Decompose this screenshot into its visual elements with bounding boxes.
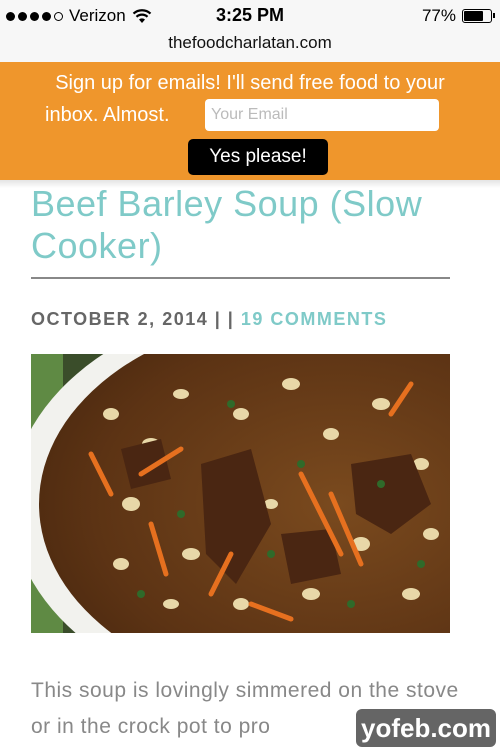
battery-info: 77% [421, 6, 495, 26]
battery-icon [462, 9, 495, 23]
address-bar[interactable]: thefoodcharlatan.com [0, 30, 500, 63]
url-text: thefoodcharlatan.com [168, 33, 332, 52]
email-input[interactable] [205, 99, 439, 131]
status-bar: Verizon 3:25 PM 77% [0, 0, 500, 32]
post-date: OCTOBER 2, 2014 [31, 309, 209, 329]
signup-message-line1: Sign up for emails! I'll send free food … [55, 72, 445, 94]
yes-please-button[interactable]: Yes please! [188, 139, 328, 175]
email-signup-banner: Sign up for emails! I'll send free food … [0, 62, 500, 180]
signup-message-line2: inbox. Almost. [45, 104, 170, 126]
title-divider [31, 277, 450, 279]
post-title: Beef Barley Soup (Slow Cooker) [31, 183, 423, 266]
comments-link[interactable]: 19 COMMENTS [241, 309, 388, 329]
meta-separator: | | [214, 309, 235, 329]
battery-percentage: 77% [421, 6, 456, 25]
watermark: yofeb.com [356, 709, 496, 747]
post-meta: OCTOBER 2, 2014 | | 19 COMMENTS [31, 309, 387, 330]
soup-photo[interactable] [31, 354, 450, 633]
